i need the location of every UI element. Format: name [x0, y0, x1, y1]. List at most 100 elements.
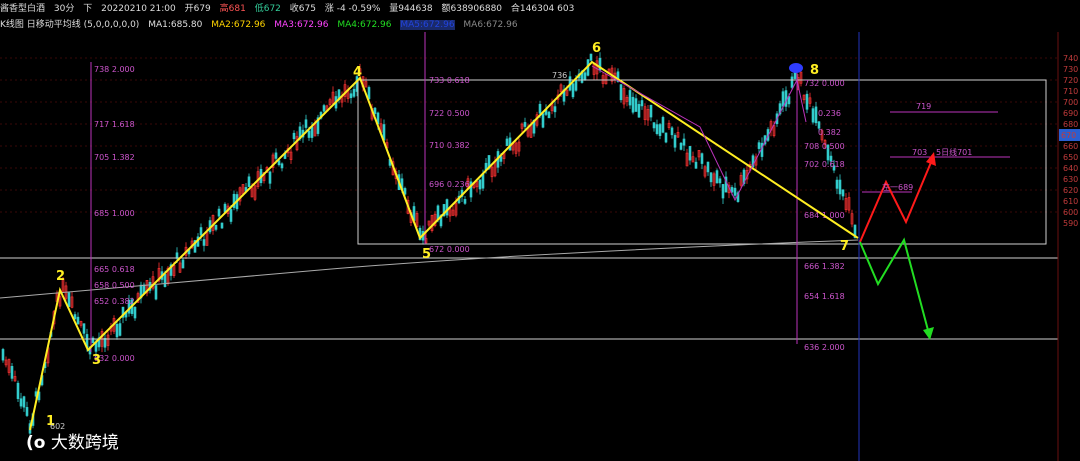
period-label: 30分	[53, 4, 75, 14]
candle-body	[481, 174, 485, 189]
price-tick-label: 590	[1063, 219, 1078, 228]
logo-icon: (o	[26, 433, 46, 453]
candle-body	[499, 156, 503, 162]
fib-left-label: 665 0.618	[94, 265, 135, 274]
candle-body	[322, 105, 326, 112]
price-tick-label: 640	[1063, 164, 1078, 173]
candle-body	[25, 407, 29, 416]
indicator-name[interactable]: K线图 日移动平均线 (5,0,0,0,0,0)	[0, 20, 139, 30]
candle-body	[682, 138, 686, 146]
wave-label-3: 3	[92, 353, 101, 368]
ma5-value: MA5:672.96	[400, 20, 455, 30]
forecast-arrows	[859, 152, 936, 340]
candle-body	[835, 179, 839, 189]
candle-body	[733, 187, 737, 196]
candle-body	[463, 199, 467, 204]
price-tick-label: 620	[1063, 186, 1078, 195]
target-689-label: 左一689	[882, 182, 913, 192]
candle-body	[154, 285, 158, 300]
candle-body	[292, 132, 296, 140]
fib-right-label: 654 1.618	[804, 292, 845, 301]
candle-body	[664, 132, 668, 143]
candle-body	[688, 146, 692, 161]
candle-body	[718, 178, 722, 184]
candle-body	[163, 273, 167, 287]
volume-value: 量944638	[389, 4, 433, 14]
price-tick-label: 700	[1063, 98, 1078, 107]
bullish-forecast-path	[859, 159, 933, 243]
candle-body	[310, 126, 314, 138]
candle-body	[373, 107, 377, 114]
candle-body	[574, 80, 578, 91]
candle-body	[523, 122, 527, 127]
ma6-value: MA6:672.96	[463, 20, 518, 30]
price-tick-label: 660	[1063, 142, 1078, 151]
fib-left-label: 685 1.000	[94, 209, 135, 218]
candle-body	[349, 93, 353, 99]
fib-right-label: 666 1.382	[804, 262, 845, 271]
candle-body	[115, 323, 119, 338]
symbol-name: 酱香型白酒	[0, 4, 46, 14]
candle-body	[838, 179, 842, 195]
candle-body	[640, 100, 644, 107]
fib-left-label: 738 2.000	[94, 65, 135, 74]
candle-body	[133, 306, 137, 319]
candle-body	[76, 316, 80, 325]
candle-body	[721, 184, 725, 199]
ma4-value: MA4:672.96	[337, 20, 392, 30]
candle-body	[538, 103, 542, 114]
candle-body	[217, 208, 221, 217]
wave-label-8: 8	[810, 63, 819, 78]
candle-body	[805, 93, 809, 110]
candle-body	[505, 138, 509, 146]
candle-body	[790, 76, 794, 88]
price-tick-label: 650	[1063, 153, 1078, 162]
candle-body	[352, 88, 356, 97]
candle-body	[571, 83, 575, 98]
direction-label: 下	[83, 4, 93, 14]
candle-body	[16, 382, 20, 399]
candle-body	[304, 119, 308, 128]
candle-body	[715, 170, 719, 184]
price-tick-label: 600	[1063, 208, 1078, 217]
amount-value: 额638906880	[441, 4, 503, 14]
candle-body	[637, 104, 641, 118]
candle-body	[784, 90, 788, 107]
fib-mid-label: 672 0.000	[429, 245, 470, 254]
candle-body	[781, 91, 785, 107]
candle-body	[268, 171, 272, 184]
candlestick-chart[interactable]: 738 2.000 717 1.618 705 1.382 685 1.000 665 …	[0, 32, 1080, 461]
bearish-arrow-head-icon	[923, 327, 934, 340]
close-price: 收675	[289, 4, 316, 14]
candle-body	[10, 366, 14, 379]
candle-body	[229, 209, 233, 222]
ma5-label: 5日线701	[936, 147, 972, 157]
change-value: 涨 -4 -0.59%	[324, 4, 381, 14]
candle-body	[757, 142, 761, 149]
open-price: 开679	[184, 4, 211, 14]
candle-body	[655, 124, 659, 134]
candle-body	[673, 135, 677, 148]
price-tick-label: 720	[1063, 76, 1078, 85]
price-tick-label: 610	[1063, 197, 1078, 206]
candle-body	[478, 179, 482, 190]
candle-body	[634, 98, 638, 112]
candle-body	[445, 199, 449, 216]
price-axis: 740 730 720 710 700 690 680 670 660 650 640 630 620 6…	[1057, 32, 1080, 461]
ma2-value: MA2:672.96	[211, 20, 266, 30]
fib-mid-label: 710 0.382	[429, 141, 470, 150]
candle-body	[658, 124, 662, 136]
candle-body	[649, 104, 653, 118]
candle-body	[547, 111, 551, 119]
candle-body	[670, 127, 674, 136]
candle-body	[202, 239, 206, 246]
candle-body	[220, 222, 224, 229]
candle-body	[661, 117, 665, 133]
price-tick-label: 730	[1063, 65, 1078, 74]
quote-header: 酱香型白酒 30分 下 20220210 21:00 开679 高681 低67…	[0, 0, 1080, 18]
candle-body	[118, 323, 122, 336]
fib-left-label: 658 0.500	[94, 281, 135, 290]
candle-body	[700, 153, 704, 164]
chart-labels: 12345678736602719703 5日线701左一689	[46, 41, 972, 431]
candle-body	[280, 163, 284, 169]
